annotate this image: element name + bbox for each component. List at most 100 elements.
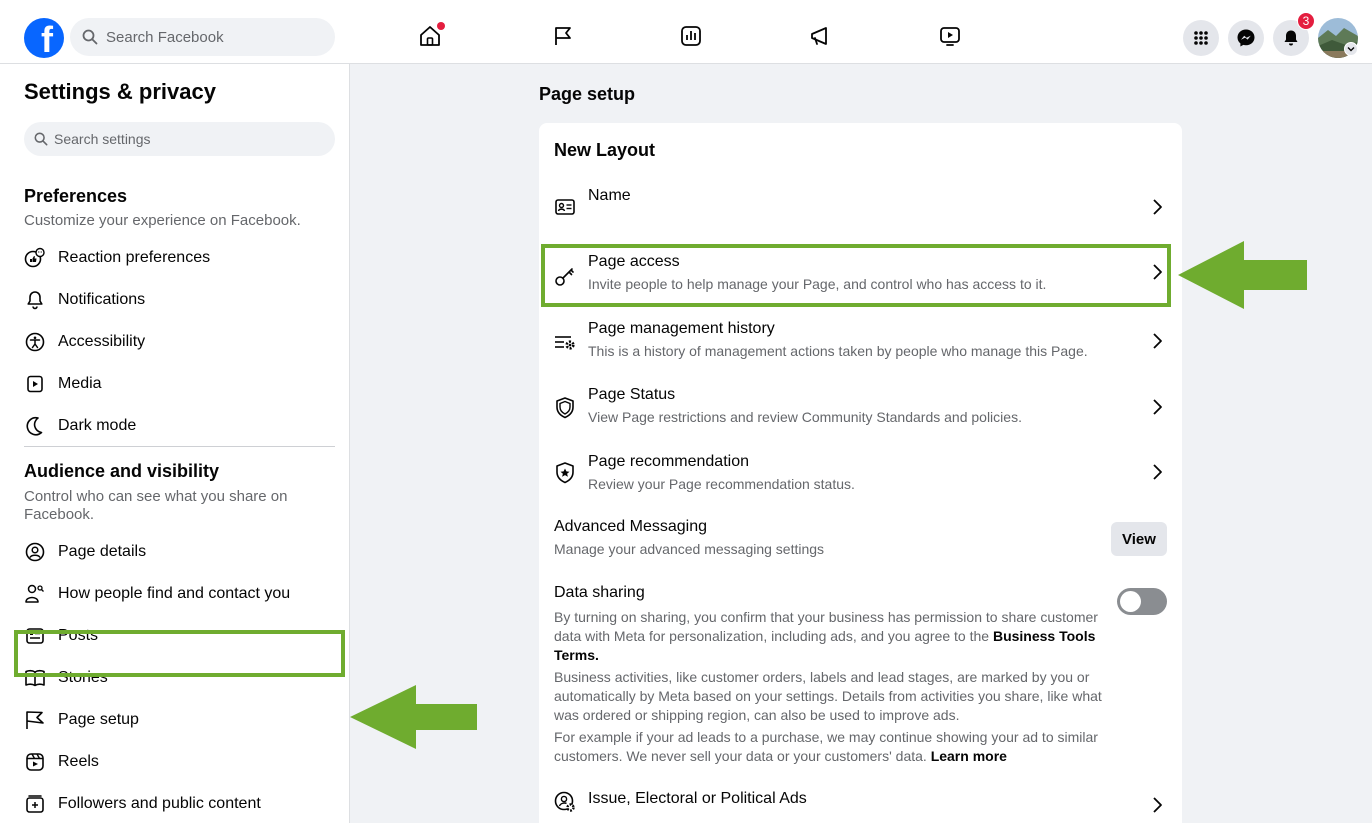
toggle-knob (1120, 591, 1141, 612)
id-card-icon (555, 199, 575, 215)
page-access-highlight-box (541, 244, 1171, 307)
audience-subtitle: Control who can see what you share on Fa… (24, 488, 288, 523)
person-circle-icon (24, 541, 46, 563)
page-title: Page setup (539, 84, 636, 104)
page-setup-card: New Layout Name Page access Invite peopl… (539, 123, 1182, 823)
settings-search-input[interactable]: Search settings (24, 122, 335, 156)
chevron-right-icon (1153, 464, 1162, 480)
facebook-logo-letter: f (41, 19, 53, 58)
preferences-heading: Preferences (24, 186, 128, 206)
page-setup-highlight-box (14, 630, 345, 677)
audience-heading: Audience and visibility (24, 461, 220, 481)
page-recommendation-row[interactable]: Page recommendation Review your Page rec… (539, 448, 1182, 504)
sidebar-item-label: Dark mode (58, 417, 137, 434)
chevron-right-icon (1153, 797, 1162, 813)
messenger-button[interactable] (1228, 20, 1264, 56)
grid-menu-icon (1194, 31, 1208, 45)
right-annotation-arrow-icon (1178, 241, 1307, 309)
row-title: Page Status (588, 386, 676, 403)
sidebar-item-find-and-contact[interactable]: How people find and contact you (16, 574, 342, 614)
advanced-messaging-subtitle: Manage your advanced messaging settings (554, 541, 825, 557)
history-gear-icon (555, 336, 575, 350)
flag-icon (24, 709, 46, 731)
sidebar-item-label: Media (58, 375, 102, 392)
preferences-subtitle: Customize your experience on Facebook. (24, 212, 301, 229)
data-sharing-title: Data sharing (554, 584, 645, 601)
row-title: Page management history (588, 320, 775, 337)
account-dropdown-button[interactable] (1344, 42, 1358, 56)
sidebar-item-dark-mode[interactable]: Dark mode (16, 406, 342, 446)
insights-icon[interactable] (679, 24, 703, 48)
moon-icon (24, 415, 46, 437)
reels-icon (24, 751, 46, 773)
page-status-row[interactable]: Page Status View Page restrictions and r… (539, 381, 1182, 437)
chevron-down-icon (1347, 47, 1355, 52)
star-shield-icon (556, 462, 574, 484)
media-icon (24, 373, 46, 395)
reaction-icon (24, 247, 46, 269)
person-search-icon (24, 583, 46, 605)
flag-icon[interactable] (551, 24, 575, 48)
sidebar-item-media[interactable]: Media (16, 364, 342, 404)
data-sharing-paragraph-2: Business activities, like customer order… (554, 669, 1102, 723)
page-management-history-row[interactable]: Page management history This is a histor… (539, 315, 1182, 371)
data-sharing-paragraph-3: For example if your ad leads to a purcha… (554, 728, 1104, 766)
notification-count-badge: 3 (1297, 12, 1315, 30)
row-subtitle: View Page restrictions and review Commun… (588, 409, 1022, 425)
home-notification-dot (437, 22, 445, 30)
sidebar-item-reels[interactable]: Reels (16, 742, 342, 782)
chevron-right-icon (1153, 199, 1162, 215)
row-title: Issue, Electoral or Political Ads (588, 790, 807, 807)
learn-more-link[interactable]: Learn more (931, 748, 1007, 764)
sidebar-item-reaction-preferences[interactable]: Reaction preferences (16, 238, 342, 278)
sidebar-item-label: Reels (58, 753, 99, 770)
sidebar-item-label: Page details (58, 543, 147, 560)
sidebar-item-label: Page setup (58, 711, 139, 728)
video-icon[interactable] (938, 24, 962, 48)
sidebar-item-label: Accessibility (58, 333, 146, 350)
sidebar-divider (24, 446, 335, 447)
followers-icon (24, 793, 46, 815)
top-navigation-bar: f Search Facebook 3 (0, 0, 1372, 64)
sidebar-item-page-setup[interactable]: Page setup (16, 700, 342, 740)
card-title: New Layout (554, 140, 656, 160)
sidebar-item-label: Notifications (58, 291, 146, 308)
shield-icon (556, 397, 574, 419)
advanced-messaging-title: Advanced Messaging (554, 518, 707, 535)
left-annotation-arrow-icon (350, 685, 477, 749)
facebook-logo[interactable]: f (24, 18, 64, 58)
data-sharing-toggle[interactable] (1117, 588, 1167, 615)
row-subtitle: This is a history of management actions … (588, 343, 1088, 359)
search-icon (34, 132, 48, 146)
sidebar-title: Settings & privacy (24, 79, 216, 104)
megaphone-icon[interactable] (808, 24, 832, 48)
sidebar-item-label: Followers and public content (58, 795, 261, 812)
row-subtitle: Review your Page recommendation status. (588, 476, 855, 492)
messenger-icon (1237, 29, 1255, 47)
bell-icon (24, 289, 46, 311)
data-sharing-text: For example if your ad leads to a purcha… (554, 729, 1098, 764)
sidebar-item-accessibility[interactable]: Accessibility (16, 322, 342, 362)
settings-sidebar: Settings & privacy Search settings Prefe… (0, 64, 350, 823)
sidebar-item-label: How people find and contact you (58, 585, 291, 602)
sidebar-item-notifications[interactable]: Notifications (16, 280, 342, 320)
sidebar-item-label: Reaction preferences (58, 249, 211, 266)
search-placeholder: Search Facebook (106, 28, 224, 46)
settings-search-placeholder: Search settings (54, 131, 151, 147)
chevron-right-icon (1153, 399, 1162, 415)
data-sharing-paragraph-1: By turning on sharing, you confirm that … (554, 608, 1104, 665)
sidebar-item-page-details[interactable]: Page details (16, 532, 342, 572)
menu-button[interactable] (1183, 20, 1219, 56)
advanced-messaging-view-button[interactable]: View (1111, 522, 1167, 556)
political-ads-row[interactable]: Issue, Electoral or Political Ads (539, 785, 1182, 823)
accessibility-icon (24, 331, 46, 353)
bell-icon (1284, 30, 1298, 46)
row-title: Name (588, 187, 631, 204)
chevron-right-icon (1153, 333, 1162, 349)
search-icon (82, 29, 98, 45)
row-title: Page recommendation (588, 453, 749, 470)
political-ads-icon (554, 791, 575, 812)
sidebar-item-followers[interactable]: Followers and public content (16, 784, 342, 823)
name-row[interactable]: Name (539, 183, 1182, 239)
facebook-search-input[interactable]: Search Facebook (70, 18, 335, 56)
